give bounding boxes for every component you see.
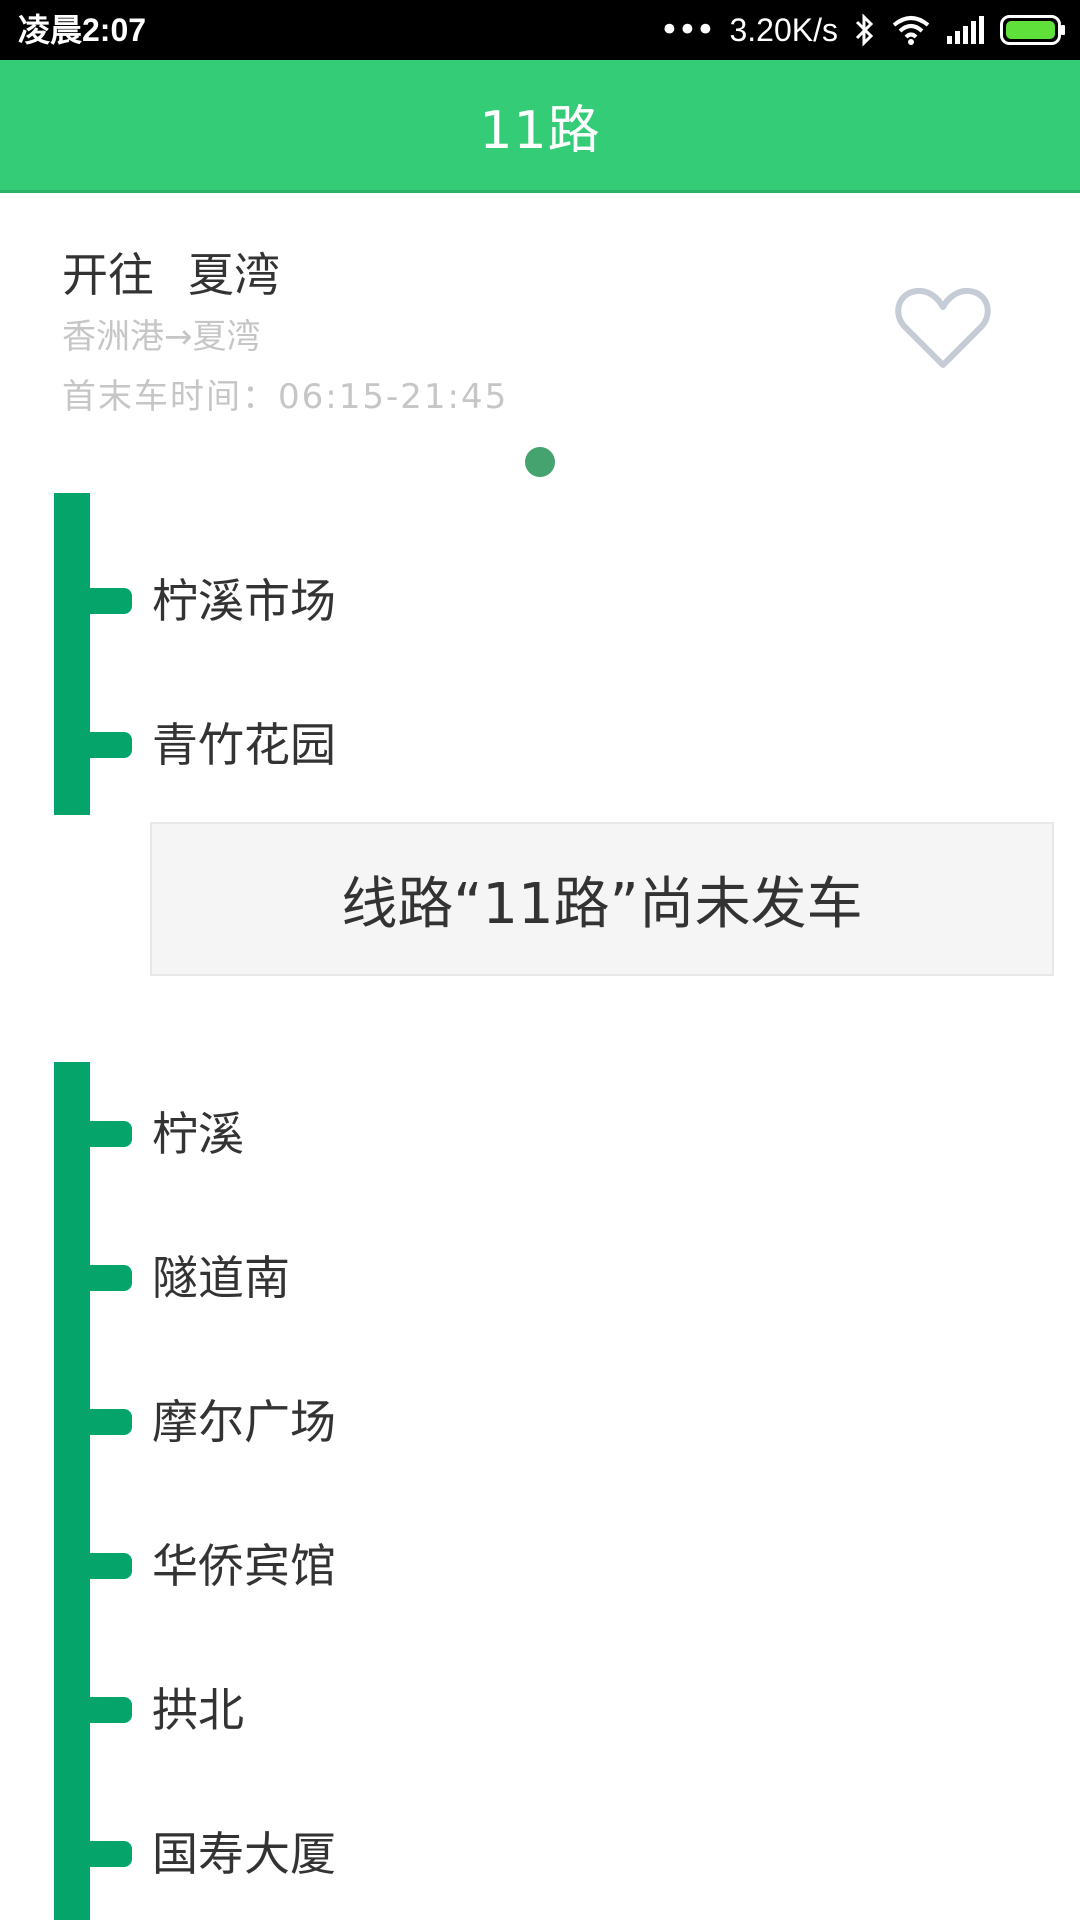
stop-item[interactable]: 隧道南 bbox=[0, 1232, 1080, 1322]
stop-marker bbox=[88, 732, 132, 758]
direction-row: 开往 夏湾 bbox=[62, 239, 280, 305]
status-bar: 凌晨2:07 ••• 3.20K/s bbox=[0, 0, 1080, 60]
stop-marker bbox=[88, 1697, 132, 1723]
stop-item[interactable]: 青竹花园 bbox=[0, 699, 1080, 789]
status-time: 凌晨2:07 bbox=[18, 12, 147, 48]
stop-item[interactable]: 摩尔广场 bbox=[0, 1376, 1080, 1466]
page-title: 11路 bbox=[479, 100, 601, 161]
signal-icon bbox=[946, 16, 984, 44]
direction-label: 开往 bbox=[62, 248, 154, 302]
stop-item[interactable]: 华侨宾馆 bbox=[0, 1520, 1080, 1610]
status-right: ••• 3.20K/s bbox=[659, 10, 1066, 50]
stop-item[interactable]: 国寿大厦 bbox=[0, 1808, 1080, 1898]
notice-text: 线路“11路”尚未发车 bbox=[341, 871, 863, 937]
direction-destination: 夏湾 bbox=[188, 248, 280, 302]
stop-item[interactable]: 拱北 bbox=[0, 1664, 1080, 1754]
stop-item[interactable]: 柠溪 bbox=[0, 1088, 1080, 1178]
not-departed-notice: 线路“11路”尚未发车 bbox=[150, 822, 1054, 976]
wifi-icon bbox=[892, 15, 930, 45]
favorite-button[interactable] bbox=[893, 283, 993, 373]
route-header: 开往 夏湾 香洲港→夏湾 首末车时间：06:15-21:45 bbox=[0, 193, 1080, 493]
stop-name: 青竹花园 bbox=[152, 718, 336, 772]
stop-marker bbox=[88, 1553, 132, 1579]
route-endpoints: 香洲港→夏湾 bbox=[62, 317, 261, 357]
network-speed: 3.20K/s bbox=[729, 12, 838, 48]
more-dots: ••• bbox=[659, 10, 715, 50]
service-hours: 首末车时间：06:15-21:45 bbox=[62, 377, 509, 417]
stop-name: 隧道南 bbox=[152, 1251, 290, 1305]
stop-marker bbox=[88, 1265, 132, 1291]
app-bar: 11路 bbox=[0, 60, 1080, 193]
route-line-segment bbox=[54, 1062, 90, 1920]
heart-outline-icon bbox=[895, 287, 991, 368]
stop-item[interactable]: 柠溪市场 bbox=[0, 555, 1080, 645]
stop-marker bbox=[88, 588, 132, 614]
battery-icon bbox=[1000, 15, 1066, 45]
stop-name: 摩尔广场 bbox=[152, 1395, 336, 1449]
stop-name: 华侨宾馆 bbox=[152, 1539, 336, 1593]
stop-marker bbox=[88, 1841, 132, 1867]
stop-marker bbox=[88, 1121, 132, 1147]
stop-name: 柠溪 bbox=[152, 1107, 244, 1161]
stop-name: 国寿大厦 bbox=[152, 1827, 336, 1881]
stop-name: 拱北 bbox=[152, 1683, 244, 1737]
stop-marker bbox=[88, 1409, 132, 1435]
bluetooth-icon bbox=[854, 13, 876, 47]
stop-name: 柠溪市场 bbox=[152, 574, 336, 628]
current-position-dot bbox=[525, 447, 555, 477]
